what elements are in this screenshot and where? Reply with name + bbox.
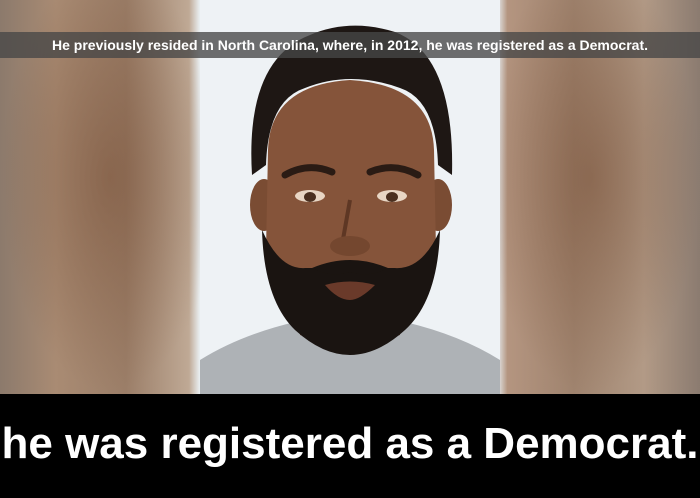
blurred-background-right [500, 0, 700, 394]
blurred-background-left [0, 0, 200, 394]
bottom-caption-text: he was registered as a Democrat. [1, 419, 699, 468]
nose-tip [330, 236, 370, 256]
top-caption-bar: He previously resided in North Carolina,… [0, 32, 700, 58]
photo-frame [0, 0, 700, 394]
portrait-photo [200, 25, 500, 394]
left-iris [304, 192, 316, 202]
right-iris [386, 192, 398, 202]
